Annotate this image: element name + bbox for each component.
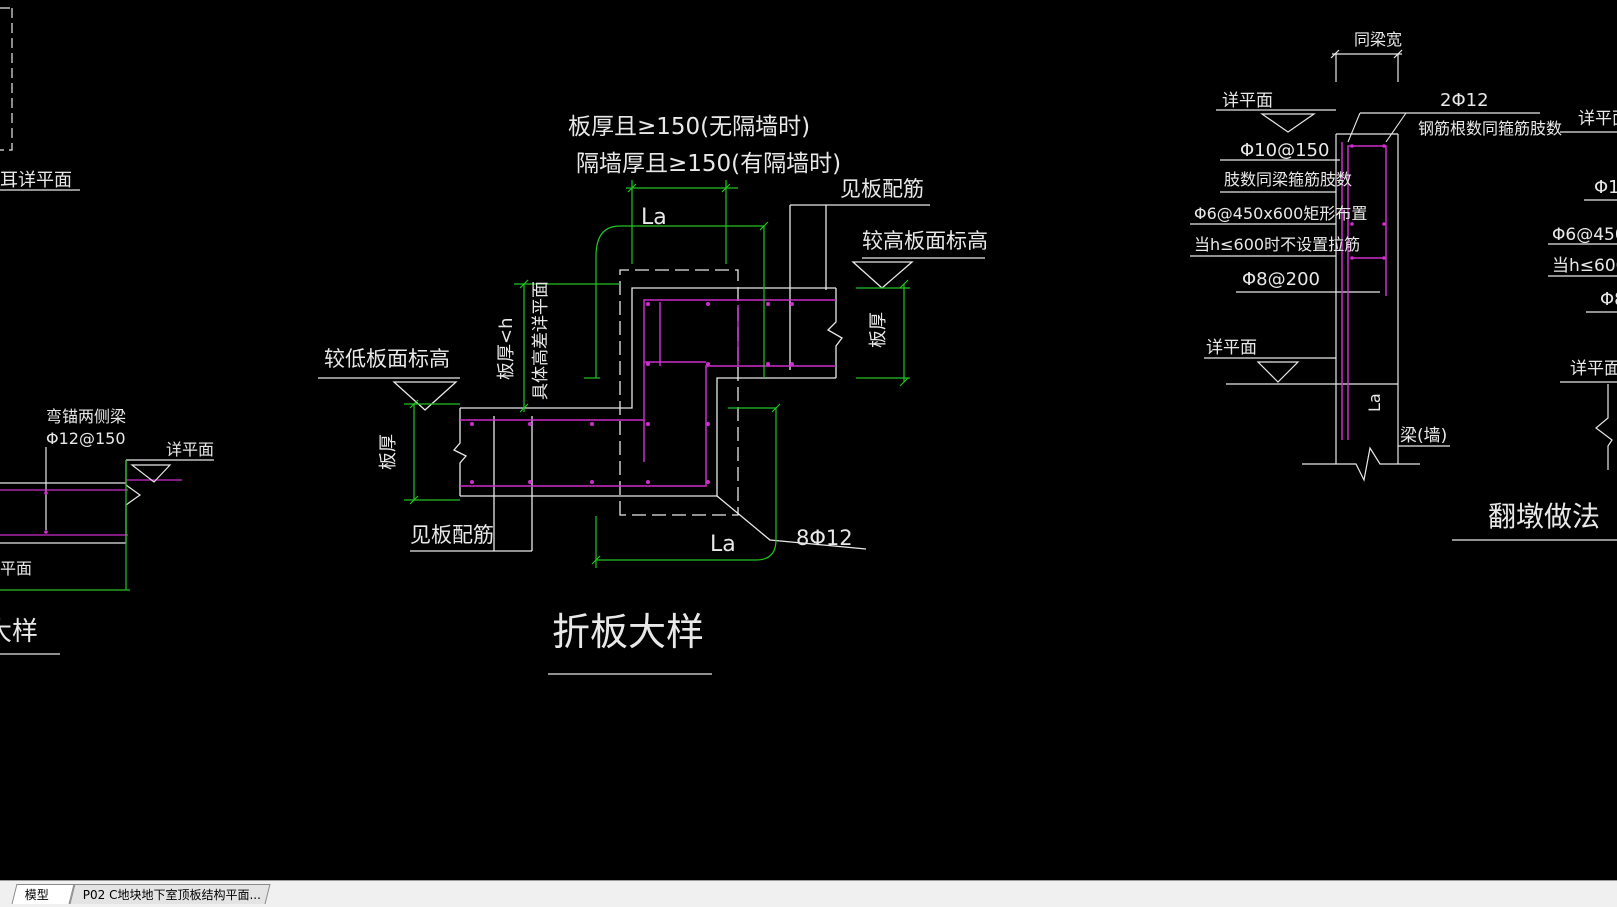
fan-dun-top-bars-note: 钢筋根数同箍筋肢数 [1418, 119, 1562, 138]
zhe-ban-la-bottom: La [710, 532, 736, 557]
left-partial-detail [0, 7, 214, 655]
fan-dun-tie-cond: 当h≤600时不设置拉筋 [1194, 235, 1360, 254]
zhe-ban-higher-elev: 较高板面标高 [862, 229, 988, 253]
zhe-ban-note-line1: 板厚且≥150(无隔墙时) [568, 114, 810, 140]
left-anchor-note: 弯锚两侧梁 [46, 407, 126, 426]
fan-dun-beam-wall: 梁(墙) [1400, 426, 1447, 446]
zhe-ban-see-slab-bottom: 见板配筋 [410, 523, 494, 547]
cad-model-space[interactable]: 耳详平面 弯锚两侧梁 Φ12@150 详平面 平面 大样 [0, 0, 1617, 880]
right-dist-frag: Φ8 [1600, 289, 1617, 310]
fan-dun-stirrup: Φ10@150 [1240, 140, 1329, 161]
zhe-ban-cond-ref: 具体高差详平面 [531, 281, 551, 400]
zhe-ban-slab-thk-right: 板厚 [868, 312, 889, 348]
right-cond-frag: 当h≤600 [1552, 256, 1617, 276]
left-plan-frag: 平面 [0, 559, 32, 578]
zhe-ban-cond-thk: 板厚<h [496, 318, 517, 381]
fan-dun-see-plan-bottom: 详平面 [1206, 338, 1257, 358]
fan-dun-tie: Φ6@450x600矩形布置 [1194, 204, 1367, 223]
zhe-ban-la-top: La [641, 205, 667, 230]
layout-tab-bar: 模型 P02 C地块地下室顶板结构平面... [0, 880, 1617, 907]
zhe-ban-slab-thk-left: 板厚 [378, 434, 399, 470]
fan-dun-title: 翻墩做法 [1488, 500, 1600, 533]
zhe-ban-bars: 8Φ12 [796, 526, 853, 550]
zhe-ban-outline [318, 204, 985, 675]
left-see-plan: 详平面 [166, 440, 214, 459]
right-see-plan-top: 详平面 [1578, 109, 1617, 129]
fan-dun-top-bars: 2Φ12 [1440, 90, 1489, 111]
left-ear-ref-text: 耳详平面 [0, 170, 72, 191]
left-title-frag: 大样 [0, 617, 38, 647]
zhe-ban-note-line2: 隔墙厚且≥150(有隔墙时) [576, 151, 841, 177]
zhe-ban-dashed-wall [619, 269, 739, 516]
tab-layout-p02-label: P02 C地块地下室顶板结构平面... [82, 888, 261, 902]
zhe-ban-lower-elev: 较低板面标高 [324, 347, 450, 371]
right-tie-frag: Φ6@450x6 [1552, 225, 1617, 245]
zhe-ban-title: 折板大样 [552, 610, 704, 654]
right-see-plan-bottom: 详平面 [1570, 359, 1617, 379]
fan-dun-dist-bar: Φ8@200 [1242, 269, 1320, 290]
fan-dun-la: La [1365, 393, 1384, 412]
tab-model[interactable]: 模型 [11, 884, 75, 904]
fan-dun-leaders [1347, 112, 1407, 143]
fan-dun-stirrup-note: 肢数同梁箍筋肢数 [1224, 170, 1352, 189]
zhe-ban-see-slab-top: 见板配筋 [840, 177, 924, 201]
tab-model-label: 模型 [24, 888, 49, 902]
tab-layout-p02[interactable]: P02 C地块地下室顶板结构平面... [69, 884, 271, 904]
fan-dun-see-plan-top: 详平面 [1222, 91, 1273, 111]
left-anchor-bar: Φ12@150 [46, 429, 126, 448]
right-stirrup-frag: Φ10 [1594, 177, 1617, 198]
zhe-ban-dimensions [404, 180, 910, 568]
fan-dun-same-beam-width: 同梁宽 [1354, 30, 1402, 49]
